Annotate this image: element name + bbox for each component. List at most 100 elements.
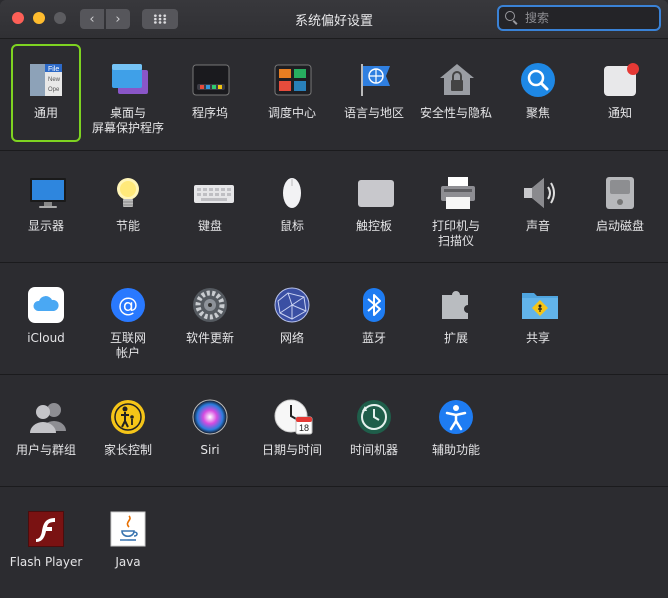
show-all-button[interactable] (142, 9, 178, 29)
dock-icon (192, 62, 230, 98)
pref-pane-java[interactable]: Java (87, 511, 169, 570)
bluetooth-icon (356, 287, 392, 323)
pref-pane-label: 用户与群组 (15, 443, 76, 457)
pref-pane-label: 键盘 (197, 219, 222, 233)
calendar-day: 18 (299, 423, 309, 433)
zoom-button[interactable] (54, 12, 66, 24)
java-icon (110, 511, 146, 547)
users-groups-icon (28, 399, 66, 435)
desktop-screensaver-icon (110, 62, 148, 98)
pref-pane-icloud[interactable]: iCloud (5, 287, 87, 346)
pref-pane-displays[interactable]: 显示器 (5, 175, 87, 234)
pref-pane-label: 蓝牙 (361, 331, 386, 345)
pref-pane-label: 时间机器 (349, 443, 398, 457)
pref-pane-internet-accounts[interactable]: @ 互联网 帐户 (87, 287, 169, 361)
pref-pane-label: 互联网 帐户 (109, 331, 146, 360)
pref-pane-bluetooth[interactable]: 蓝牙 (333, 287, 415, 346)
pane-section-3: iCloud @ 互联网 帐户 软件更新 网络 蓝牙 扩展 共享 (0, 262, 668, 375)
pref-pane-security-privacy[interactable]: 安全性与隐私 (415, 62, 497, 121)
pref-pane-date-time[interactable]: 18 日期与时间 (251, 399, 333, 458)
software-update-icon (192, 287, 228, 323)
minimize-button[interactable] (33, 12, 45, 24)
pref-pane-network[interactable]: 网络 (251, 287, 333, 346)
chevron-left-icon: ‹ (89, 11, 95, 27)
pref-pane-users-groups[interactable]: 用户与群组 (5, 399, 87, 458)
pane-section-4: 用户与群组 家长控制 Siri 18 日期与时间 时间机器 辅助功能 (0, 374, 668, 487)
pref-pane-trackpad[interactable]: 触控板 (333, 175, 415, 234)
mouse-icon (274, 175, 310, 211)
energy-saver-icon (110, 175, 146, 211)
pref-pane-label: 调度中心 (267, 106, 316, 120)
svg-text:@: @ (118, 293, 138, 317)
pref-pane-dock[interactable]: 程序坞 (169, 62, 251, 121)
pref-pane-sound[interactable]: 声音 (497, 175, 579, 234)
grid-icon (153, 14, 167, 24)
pref-pane-printers-scanners[interactable]: 打印机与 扫描仪 (415, 175, 497, 249)
time-machine-icon (356, 399, 392, 435)
pane-section-5: Flash Player Java (0, 486, 668, 598)
pref-pane-mission-control[interactable]: 调度中心 (251, 62, 333, 121)
displays-icon (28, 175, 66, 211)
pref-pane-label: 辅助功能 (431, 443, 480, 457)
startup-disk-icon (602, 175, 638, 211)
keyboard-icon (192, 175, 234, 211)
pref-pane-label: 通知 (607, 106, 632, 120)
pref-pane-label: iCloud (27, 331, 65, 345)
mission-control-icon (274, 62, 312, 98)
parental-controls-icon (110, 399, 146, 435)
pref-pane-label: 共享 (525, 331, 550, 345)
pref-pane-label: 网络 (279, 331, 304, 345)
pref-pane-label: Java (115, 555, 141, 569)
pref-pane-energy-saver[interactable]: 节能 (87, 175, 169, 234)
pref-pane-software-update[interactable]: 软件更新 (169, 287, 251, 346)
network-icon (274, 287, 310, 323)
pref-pane-flash-player[interactable]: Flash Player (5, 511, 87, 570)
pref-pane-label: 显示器 (27, 219, 64, 233)
back-button[interactable]: ‹ (80, 9, 104, 29)
forward-button[interactable]: › (106, 9, 130, 29)
pref-pane-spotlight[interactable]: 聚焦 (497, 62, 579, 121)
pref-pane-label: 触控板 (355, 219, 392, 233)
notifications-icon (602, 62, 639, 98)
siri-icon (192, 399, 228, 435)
pref-pane-label: 日期与时间 (261, 443, 322, 457)
pref-pane-label: 扩展 (443, 331, 468, 345)
pref-pane-accessibility[interactable]: 辅助功能 (415, 399, 497, 458)
pref-pane-notifications[interactable]: 通知 (579, 62, 661, 121)
pref-pane-label: Siri (200, 443, 220, 457)
pref-pane-startup-disk[interactable]: 启动磁盘 (579, 175, 661, 234)
pref-pane-label: 节能 (115, 219, 140, 233)
pref-pane-label: 安全性与隐私 (419, 106, 492, 120)
selection-highlight (11, 44, 81, 142)
search-field[interactable] (497, 5, 661, 31)
pref-pane-label: 打印机与 扫描仪 (431, 219, 480, 248)
search-icon (505, 11, 519, 25)
pref-pane-keyboard[interactable]: 键盘 (169, 175, 251, 234)
pref-pane-label: 声音 (525, 219, 550, 233)
close-button[interactable] (12, 12, 24, 24)
pref-pane-label: 语言与地区 (343, 106, 404, 120)
language-region-icon (356, 62, 392, 98)
spotlight-icon (520, 62, 556, 98)
pref-pane-language-region[interactable]: 语言与地区 (333, 62, 415, 121)
pref-pane-desktop-screensaver[interactable]: 桌面与 屏幕保护程序 (87, 62, 169, 136)
date-time-icon: 18 (274, 399, 313, 435)
pref-pane-time-machine[interactable]: 时间机器 (333, 399, 415, 458)
pref-pane-sharing[interactable]: 共享 (497, 287, 579, 346)
pref-pane-label: 启动磁盘 (595, 219, 644, 233)
pref-pane-label: Flash Player (9, 555, 83, 569)
sound-icon (520, 175, 556, 211)
chevron-right-icon: › (115, 11, 121, 27)
search-input[interactable] (523, 10, 657, 26)
printers-scanners-icon (438, 175, 475, 211)
pref-pane-parental-controls[interactable]: 家长控制 (87, 399, 169, 458)
pref-pane-label: 软件更新 (185, 331, 234, 345)
sharing-icon (520, 287, 558, 323)
pref-pane-label: 聚焦 (525, 106, 550, 120)
pref-pane-siri[interactable]: Siri (169, 399, 251, 458)
extensions-icon (438, 287, 474, 323)
toolbar: ‹ › 系统偏好设置 (0, 0, 668, 39)
pref-pane-mouse[interactable]: 鼠标 (251, 175, 333, 234)
pane-section-1: File New Ope 通用 桌面与 屏幕保护程序 程序坞 调度中心 语言与地区 安全性与隐私… (0, 38, 668, 150)
pref-pane-extensions[interactable]: 扩展 (415, 287, 497, 346)
